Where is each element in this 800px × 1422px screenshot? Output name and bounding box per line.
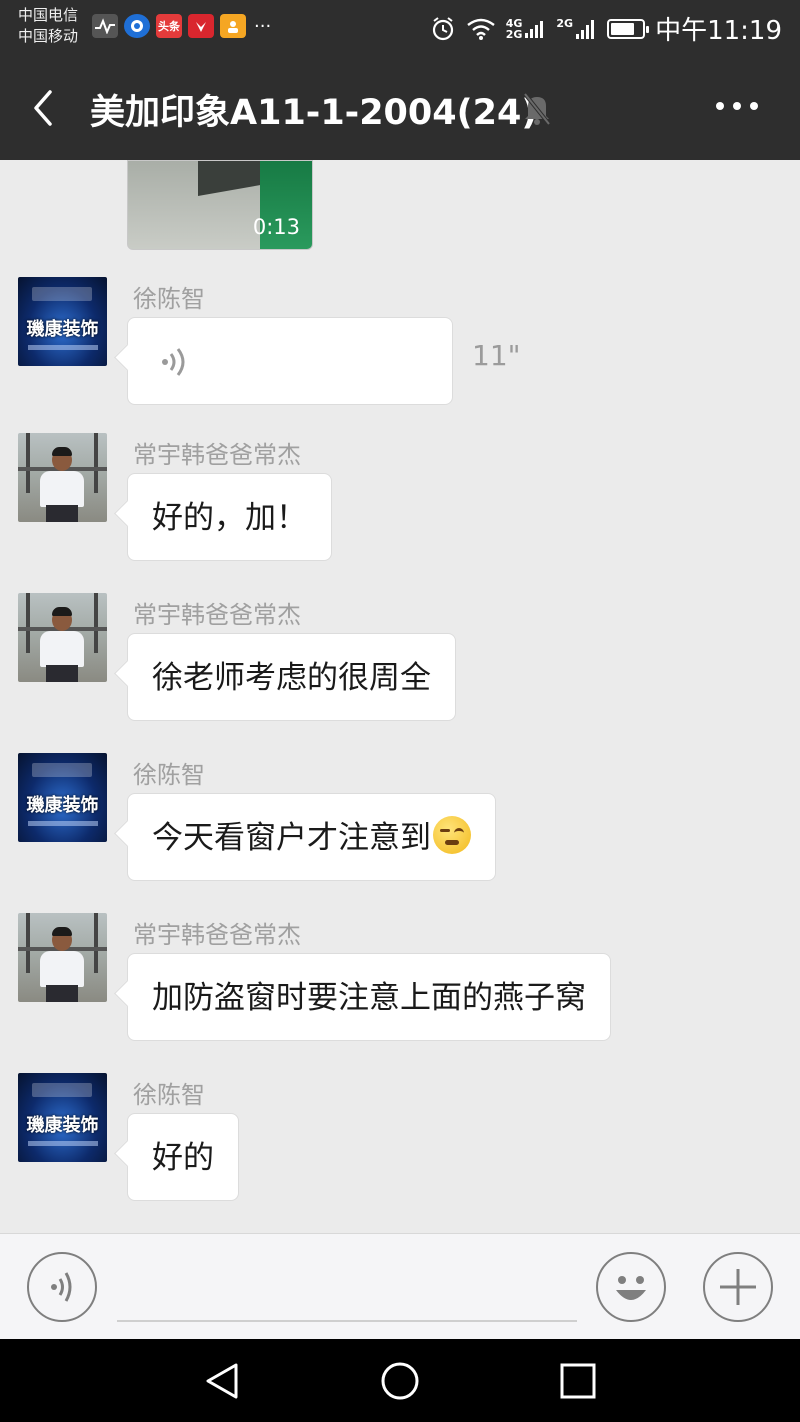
smiley-icon bbox=[616, 1276, 646, 1300]
notification-icons: 头条 ··· bbox=[92, 14, 271, 38]
video-duration: 0:13 bbox=[252, 215, 300, 239]
battery-icon bbox=[607, 18, 650, 39]
voice-input-button[interactable] bbox=[27, 1252, 97, 1322]
network-upper: 4G bbox=[505, 16, 523, 30]
more-notifications-icon: ··· bbox=[254, 15, 272, 37]
nav-back-button[interactable] bbox=[200, 1359, 244, 1403]
mute-bell-icon bbox=[523, 92, 551, 126]
video-message[interactable]: 0:13 bbox=[127, 160, 313, 250]
status-right: 4G 2G 2G 中午11:19 bbox=[430, 10, 782, 47]
triangle-back-icon bbox=[206, 1363, 238, 1399]
carrier-1: 中国电信 bbox=[18, 6, 79, 24]
sender-name: 常宇韩爸爸常杰 bbox=[133, 601, 301, 629]
message-text: 今天看窗户才注意到 bbox=[152, 820, 431, 856]
voice-message-bubble[interactable] bbox=[127, 317, 453, 405]
message-text: 加防盗窗时要注意上面的燕子窝 bbox=[152, 980, 586, 1016]
dot-icon bbox=[716, 102, 724, 110]
signal-2: 2G bbox=[556, 18, 597, 40]
more-options-button[interactable] bbox=[716, 102, 760, 116]
signal-bars-2-icon bbox=[576, 19, 595, 39]
avatar[interactable] bbox=[18, 593, 107, 682]
network-2: 2G bbox=[556, 16, 574, 30]
carrier-2: 中国移动 bbox=[18, 27, 79, 45]
system-nav-bar bbox=[0, 1339, 800, 1422]
text-message-bubble[interactable]: 徐老师考虑的很周全 bbox=[127, 633, 456, 721]
sender-name: 徐陈智 bbox=[133, 761, 205, 789]
alarm-icon bbox=[432, 16, 453, 40]
message-text: 好的，加！ bbox=[152, 500, 307, 536]
voice-wave-icon bbox=[162, 348, 185, 376]
circle-home-icon bbox=[381, 1362, 419, 1400]
dot-icon bbox=[733, 102, 741, 110]
chevron-left-icon bbox=[34, 90, 52, 126]
dot-icon bbox=[750, 102, 758, 110]
news-app-icon: 头条 bbox=[156, 14, 182, 38]
voice-icon bbox=[51, 1272, 72, 1302]
avatar-logo-text: 璣康装饰 bbox=[26, 1115, 99, 1136]
chat-header: 美加印象A11-1-2004(24) bbox=[0, 56, 800, 160]
avatar[interactable]: 璣康装饰 bbox=[18, 277, 107, 366]
wifi-icon bbox=[466, 18, 495, 40]
signal-1: 4G 2G bbox=[506, 18, 547, 40]
text-message-bubble[interactable]: 加防盗窗时要注意上面的燕子窝 bbox=[127, 953, 611, 1041]
chat-app-icon bbox=[124, 14, 150, 38]
sender-name: 徐陈智 bbox=[133, 1081, 205, 1109]
emoji-button[interactable] bbox=[596, 1252, 666, 1322]
plus-icon bbox=[720, 1269, 756, 1305]
huawei-icon bbox=[188, 14, 214, 38]
back-button[interactable] bbox=[26, 86, 66, 130]
text-message-bubble[interactable]: 今天看窗户才注意到 bbox=[127, 793, 496, 881]
message-text: 好的 bbox=[152, 1140, 214, 1176]
message-list[interactable]: 0:13 璣康装饰 徐陈智 11" 常宇韩爸爸常杰 好的，加！ 常宇韩爸爸常杰 … bbox=[0, 160, 800, 1233]
more-functions-button[interactable] bbox=[703, 1252, 773, 1322]
text-message-bubble[interactable]: 好的 bbox=[127, 1113, 239, 1201]
clock: 中午11:19 bbox=[655, 16, 782, 46]
message-text: 徐老师考虑的很周全 bbox=[152, 660, 431, 696]
text-message-bubble[interactable]: 好的，加！ bbox=[127, 473, 332, 561]
signal-bars-icon bbox=[525, 20, 544, 38]
carrier-labels: 中国电信 中国移动 bbox=[18, 5, 78, 47]
input-bar bbox=[0, 1233, 800, 1339]
chat-title: 美加印象A11-1-2004(24) bbox=[90, 93, 538, 133]
nav-recents-button[interactable] bbox=[556, 1359, 600, 1403]
contacts-app-icon bbox=[220, 14, 246, 38]
square-recents-icon bbox=[560, 1363, 596, 1399]
sender-name: 常宇韩爸爸常杰 bbox=[133, 441, 301, 469]
network-lower: 2G bbox=[505, 27, 523, 41]
message-input[interactable] bbox=[117, 1254, 577, 1322]
sender-name: 徐陈智 bbox=[133, 285, 205, 313]
voice-duration: 11" bbox=[472, 339, 521, 372]
avatar[interactable]: 璣康装饰 bbox=[18, 1073, 107, 1162]
avatar[interactable] bbox=[18, 913, 107, 1002]
smirk-emoji-icon bbox=[433, 816, 471, 854]
avatar-logo-text: 璣康装饰 bbox=[26, 795, 99, 816]
avatar[interactable]: 璣康装饰 bbox=[18, 753, 107, 842]
status-bar: 中国电信 中国移动 头条 ··· 4G 2G 2G 中午11:19 bbox=[0, 0, 800, 56]
avatar[interactable] bbox=[18, 433, 107, 522]
activity-icon bbox=[92, 14, 118, 38]
nav-home-button[interactable] bbox=[378, 1359, 422, 1403]
avatar-logo-text: 璣康装饰 bbox=[26, 319, 99, 340]
sender-name: 常宇韩爸爸常杰 bbox=[133, 921, 301, 949]
